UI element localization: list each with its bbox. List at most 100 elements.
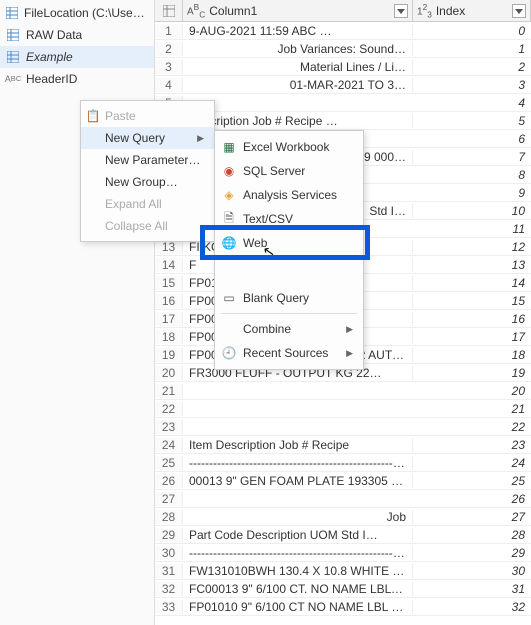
menu-new-group[interactable]: New Group… xyxy=(81,171,214,193)
table-row[interactable]: 19-AUG-2021 11:59 ABC …0 xyxy=(155,22,531,40)
table-row[interactable]: 32FC00013 9" 6/100 CT. NO NAME LBL EA …3… xyxy=(155,580,531,598)
chevron-right-icon: ▶ xyxy=(346,324,353,335)
cell-column1: FC00013 9" 6/100 CT. NO NAME LBL EA … xyxy=(183,582,413,596)
table-icon xyxy=(6,51,20,63)
cell-column1: Material Lines / Li… xyxy=(183,60,413,74)
cell-index: 12 xyxy=(413,240,531,254)
table-icon[interactable] xyxy=(155,0,182,21)
filter-dropdown[interactable] xyxy=(512,4,526,18)
cell-index: 11 xyxy=(413,222,531,236)
cell-index: 26 xyxy=(413,492,531,506)
cell-index: 31 xyxy=(413,582,531,596)
cell-column1: ----------------------------------------… xyxy=(183,546,413,560)
row-number: 25 xyxy=(155,456,183,470)
table-row[interactable]: 33FP01010 9" 6/100 CT NO NAME LBL EA …32 xyxy=(155,598,531,616)
table-row[interactable]: 3Material Lines / Li…2 xyxy=(155,58,531,76)
row-number: 21 xyxy=(155,384,183,398)
row-number: 19 xyxy=(155,348,183,362)
row-number: 33 xyxy=(155,600,183,614)
cube-icon: ◈ xyxy=(221,188,237,202)
query-item-headerid[interactable]: ABC HeaderID xyxy=(0,68,154,90)
row-number: 18 xyxy=(155,330,183,344)
cell-index: 4 xyxy=(413,96,531,110)
cell-column1: Description Job # Recipe … xyxy=(183,114,413,128)
new-query-submenu: ▦ Excel Workbook ◉ SQL Server ◈ Analysis… xyxy=(214,130,364,370)
table-row[interactable]: 30--------------------------------------… xyxy=(155,544,531,562)
menu-new-query[interactable]: New Query ▶ xyxy=(81,127,214,149)
cell-index: 19 xyxy=(413,366,531,380)
cell-index: 3 xyxy=(413,78,531,92)
submenu-excel[interactable]: ▦ Excel Workbook xyxy=(215,135,363,159)
cell-index: 17 xyxy=(413,330,531,344)
table-row[interactable]: 2600013 9" GEN FOAM PLATE 193305 000…25 xyxy=(155,472,531,490)
table-row[interactable]: 28Job27 xyxy=(155,508,531,526)
submenu-sql[interactable]: ◉ SQL Server xyxy=(215,159,363,183)
blank-query-icon: ▭ xyxy=(221,291,237,305)
submenu-recent-sources[interactable]: 🕘 Recent Sources ▶ xyxy=(215,341,363,365)
number-type-icon: 123 xyxy=(417,2,432,19)
table-icon xyxy=(6,29,20,41)
filter-dropdown[interactable] xyxy=(394,4,408,18)
table-row[interactable]: 2Job Variances: Sound…1 xyxy=(155,40,531,58)
cell-column1: FW131010BWH 130.4 X 10.8 WHITE KG … xyxy=(183,564,413,578)
menu-new-parameter[interactable]: New Parameter… xyxy=(81,149,214,171)
chevron-right-icon: ▶ xyxy=(346,348,353,359)
excel-icon: ▦ xyxy=(221,140,237,154)
chevron-right-icon: ▶ xyxy=(197,133,204,144)
table-row[interactable]: 31FW131010BWH 130.4 X 10.8 WHITE KG …30 xyxy=(155,562,531,580)
column-header-index[interactable]: 123 Index xyxy=(413,0,531,21)
column-header-column1[interactable]: ABC Column1 xyxy=(183,0,413,21)
web-icon: 🌐 xyxy=(221,236,237,250)
query-item-rawdata[interactable]: RAW Data xyxy=(0,24,154,46)
cell-column1: FP01010 9" 6/100 CT NO NAME LBL EA … xyxy=(183,600,413,614)
table-row[interactable]: 25--------------------------------------… xyxy=(155,454,531,472)
submenu-blank-query[interactable]: ▭ Blank Query xyxy=(215,286,363,310)
row-number: 17 xyxy=(155,312,183,326)
row-number: 14 xyxy=(155,258,183,272)
submenu-textcsv[interactable]: 🗎 Text/CSV xyxy=(215,207,363,231)
table-row[interactable]: 2322 xyxy=(155,418,531,436)
column-name: Column1 xyxy=(209,4,390,18)
cell-index: 28 xyxy=(413,528,531,542)
table-row[interactable]: 29Part Code Description UOM Std I…28 xyxy=(155,526,531,544)
cell-index: 27 xyxy=(413,510,531,524)
table-icon xyxy=(6,7,18,19)
cell-index: 5 xyxy=(413,114,531,128)
cell-index: 25 xyxy=(413,474,531,488)
table-row[interactable]: 2120 xyxy=(155,382,531,400)
cell-index: 7 xyxy=(413,150,531,164)
separator xyxy=(221,313,357,314)
row-number: 20 xyxy=(155,366,183,380)
submenu-analysis[interactable]: ◈ Analysis Services xyxy=(215,183,363,207)
submenu-combine[interactable]: Combine ▶ xyxy=(215,317,363,341)
cell-column1: Job Variances: Sound… xyxy=(183,42,413,56)
row-number: 32 xyxy=(155,582,183,596)
cell-column1: 01-MAR-2021 TO 3… xyxy=(183,78,413,92)
row-number: 24 xyxy=(155,438,183,452)
database-icon: ◉ xyxy=(221,164,237,178)
table-row[interactable]: 401-MAR-2021 TO 3…3 xyxy=(155,76,531,94)
table-row[interactable]: 2221 xyxy=(155,400,531,418)
cell-index: 0 xyxy=(413,24,531,38)
query-item-filelocation[interactable]: FileLocation (C:\Users\lisde… xyxy=(0,2,154,24)
submenu-web[interactable]: 🌐 Web xyxy=(215,231,363,255)
cell-column1: Job xyxy=(183,510,413,524)
cell-index: 6 xyxy=(413,132,531,146)
query-item-example[interactable]: Example xyxy=(0,46,154,68)
table-row[interactable]: 2726 xyxy=(155,490,531,508)
cell-index: 15 xyxy=(413,294,531,308)
row-number: 16 xyxy=(155,294,183,308)
cell-index: 1 xyxy=(413,42,531,56)
row-number: 28 xyxy=(155,510,183,524)
query-label: RAW Data xyxy=(26,28,82,42)
row-number: 31 xyxy=(155,564,183,578)
menu-collapse-all: Collapse All xyxy=(81,215,214,237)
cell-index: 18 xyxy=(413,348,531,362)
cell-column1: 00013 9" GEN FOAM PLATE 193305 000… xyxy=(183,474,413,488)
column-name: Index xyxy=(436,4,508,18)
cell-index: 8 xyxy=(413,168,531,182)
row-number: 1 xyxy=(155,24,183,38)
cell-index: 22 xyxy=(413,420,531,434)
table-row[interactable]: 24Item Description Job # Recipe23 xyxy=(155,436,531,454)
paste-icon: 📋 xyxy=(85,109,101,123)
